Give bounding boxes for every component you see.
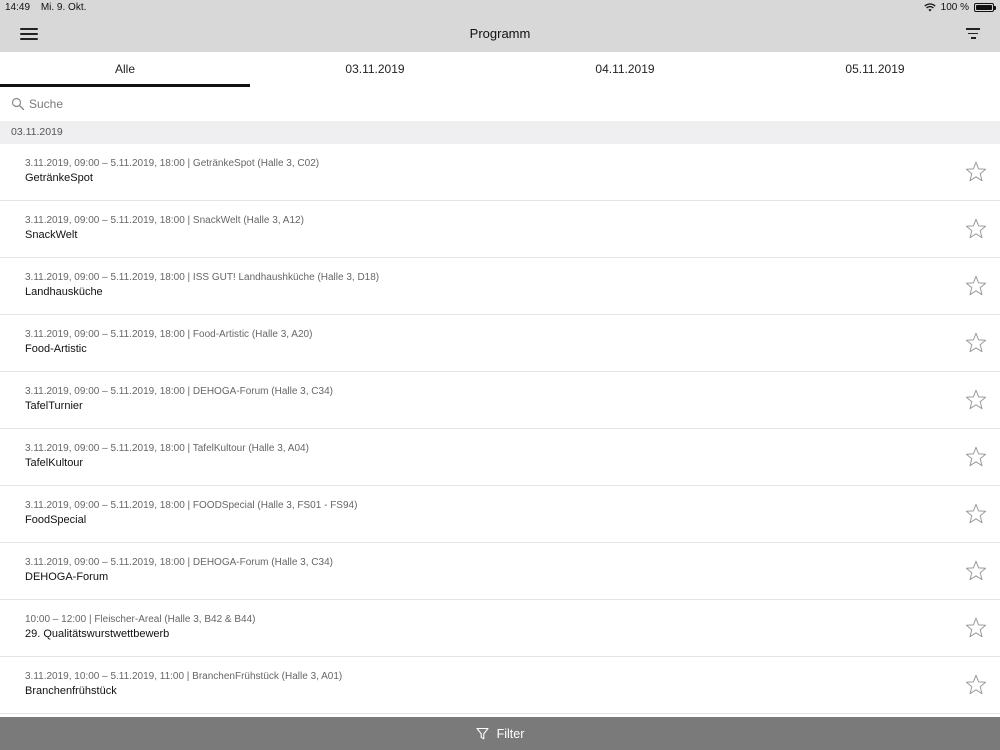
status-left: 14:49 Mi. 9. Okt. (5, 2, 94, 13)
list-item[interactable]: 3.11.2019, 09:00 – 5.11.2019, 18:00 | IS… (0, 258, 1000, 315)
list-item[interactable]: 3.11.2019, 09:00 – 5.11.2019, 18:00 | Ge… (0, 144, 1000, 201)
filter-button[interactable]: Filter (0, 717, 1000, 750)
list-item[interactable]: 3.11.2019, 09:00 – 5.11.2019, 18:00 | Sn… (0, 201, 1000, 258)
event-name: GetränkeSpot (25, 172, 93, 184)
list-item[interactable]: 3.11.2019, 10:00 – 5.11.2019, 11:00 | Br… (0, 657, 1000, 714)
list-item[interactable]: 3.11.2019, 09:00 – 5.11.2019, 18:00 | Fo… (0, 315, 1000, 372)
event-name: TafelTurnier (25, 400, 83, 412)
event-meta: 3.11.2019, 09:00 – 5.11.2019, 18:00 | DE… (25, 386, 333, 397)
star-favorite-icon[interactable] (964, 160, 988, 184)
event-meta: 3.11.2019, 09:00 – 5.11.2019, 18:00 | DE… (25, 557, 333, 568)
star-favorite-icon[interactable] (964, 388, 988, 412)
battery-percent: 100 % (940, 2, 969, 13)
star-favorite-icon[interactable] (964, 559, 988, 583)
event-list: 3.11.2019, 09:00 – 5.11.2019, 18:00 | Ge… (0, 144, 1000, 714)
event-meta: 3.11.2019, 09:00 – 5.11.2019, 18:00 | FO… (25, 500, 358, 511)
status-right: 100 % (923, 2, 996, 13)
filter-lines-icon[interactable] (966, 28, 980, 40)
event-name: 29. Qualitätswurstwettbewerb (25, 628, 170, 640)
tab-04-11-2019[interactable]: 04.11.2019 (500, 52, 750, 87)
event-meta: 3.11.2019, 09:00 – 5.11.2019, 18:00 | Fo… (25, 329, 313, 340)
event-meta: 3.11.2019, 09:00 – 5.11.2019, 18:00 | Ge… (25, 158, 320, 169)
star-favorite-icon[interactable] (964, 445, 988, 469)
event-meta: 3.11.2019, 09:00 – 5.11.2019, 18:00 | Ta… (25, 443, 309, 454)
status-bar: 14:49 Mi. 9. Okt. 100 % (0, 0, 1000, 16)
star-favorite-icon[interactable] (964, 331, 988, 355)
search-icon (11, 97, 25, 111)
filter-button-label: Filter (496, 726, 525, 741)
event-name: DEHOGA-Forum (25, 571, 109, 583)
list-item[interactable]: 3.11.2019, 09:00 – 5.11.2019, 18:00 | DE… (0, 372, 1000, 429)
tab-alle[interactable]: Alle (0, 52, 250, 87)
event-name: Food-Artistic (25, 343, 87, 355)
list-item[interactable]: 3.11.2019, 09:00 – 5.11.2019, 18:00 | Ta… (0, 429, 1000, 486)
event-name: FoodSpecial (25, 514, 87, 526)
event-meta: 10:00 – 12:00 | Fleischer-Areal (Halle 3… (25, 614, 256, 625)
search-input[interactable] (29, 97, 329, 111)
event-name: Landhausküche (25, 286, 103, 298)
event-meta: 3.11.2019, 09:00 – 5.11.2019, 18:00 | IS… (25, 272, 380, 283)
event-meta: 3.11.2019, 09:00 – 5.11.2019, 18:00 | Sn… (25, 215, 304, 226)
event-name: SnackWelt (25, 229, 78, 241)
battery-icon (974, 3, 996, 12)
section-header-date: 03.11.2019 (0, 121, 1000, 144)
status-time: 14:49 (5, 2, 31, 13)
list-item[interactable]: 10:00 – 12:00 | Fleischer-Areal (Halle 3… (0, 600, 1000, 657)
wifi-icon (923, 3, 936, 12)
event-meta: 3.11.2019, 10:00 – 5.11.2019, 11:00 | Br… (25, 671, 343, 682)
list-item[interactable]: 3.11.2019, 09:00 – 5.11.2019, 18:00 | DE… (0, 543, 1000, 600)
star-favorite-icon[interactable] (964, 616, 988, 640)
search-bar (0, 87, 1000, 121)
page-title: Programm (469, 26, 531, 41)
status-date: Mi. 9. Okt. (40, 2, 87, 13)
tab-03-11-2019[interactable]: 03.11.2019 (250, 52, 500, 87)
star-favorite-icon[interactable] (964, 217, 988, 241)
nav-bar: Programm (0, 16, 1000, 52)
list-item[interactable]: 3.11.2019, 09:00 – 5.11.2019, 18:00 | FO… (0, 486, 1000, 543)
star-favorite-icon[interactable] (964, 673, 988, 697)
star-favorite-icon[interactable] (964, 274, 988, 298)
star-favorite-icon[interactable] (964, 502, 988, 526)
event-name: Branchenfrühstück (25, 685, 117, 697)
tab-05-11-2019[interactable]: 05.11.2019 (750, 52, 1000, 87)
date-tabs: Alle 03.11.2019 04.11.2019 05.11.2019 (0, 52, 1000, 87)
event-name: TafelKultour (25, 457, 84, 469)
funnel-icon (476, 727, 489, 740)
battery-fill (976, 5, 992, 10)
